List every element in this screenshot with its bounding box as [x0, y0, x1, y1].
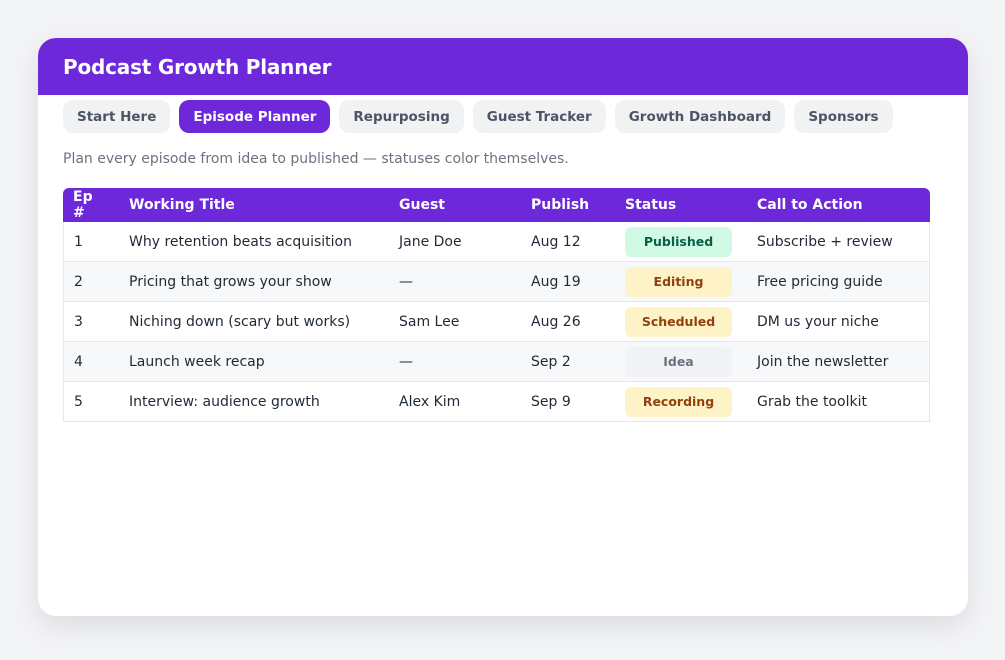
cell-publish[interactable]: Aug 12	[521, 222, 615, 262]
cell-ep: 3	[63, 302, 119, 342]
cell-cta[interactable]: DM us your niche	[747, 302, 930, 342]
header-status: Status	[615, 188, 747, 222]
cell-title[interactable]: Pricing that grows your show	[119, 262, 389, 302]
status-badge[interactable]: Published	[625, 226, 732, 257]
table-row[interactable]: 2 Pricing that grows your show — Aug 19 …	[63, 262, 930, 302]
tab-growth-dashboard[interactable]: Growth Dashboard	[614, 100, 786, 133]
header-call-to-action: Call to Action	[747, 188, 930, 222]
cell-title[interactable]: Launch week recap	[119, 342, 389, 382]
cell-title[interactable]: Niching down (scary but works)	[119, 302, 389, 342]
cell-guest[interactable]: Jane Doe	[389, 222, 521, 262]
cell-ep: 5	[63, 382, 119, 422]
status-badge[interactable]: Editing	[625, 266, 732, 297]
cell-cta[interactable]: Free pricing guide	[747, 262, 930, 302]
episode-table: Ep # Working Title Guest Publish Status …	[63, 188, 930, 422]
cell-title[interactable]: Why retention beats acquisition	[119, 222, 389, 262]
cell-title[interactable]: Interview: audience growth	[119, 382, 389, 422]
cell-status: Editing	[615, 262, 747, 302]
cell-ep: 1	[63, 222, 119, 262]
table-row[interactable]: 5 Interview: audience growth Alex Kim Se…	[63, 382, 930, 422]
table-container: Ep # Working Title Guest Publish Status …	[38, 188, 968, 422]
tab-start-here[interactable]: Start Here	[63, 100, 171, 133]
table-row[interactable]: 1 Why retention beats acquisition Jane D…	[63, 222, 930, 262]
page-subtitle: Plan every episode from idea to publishe…	[63, 151, 569, 167]
cell-guest[interactable]: Sam Lee	[389, 302, 521, 342]
status-badge[interactable]: Recording	[625, 386, 732, 417]
cell-status: Published	[615, 222, 747, 262]
tab-guest-tracker[interactable]: Guest Tracker	[472, 100, 606, 133]
cell-status: Scheduled	[615, 302, 747, 342]
cell-status: Recording	[615, 382, 747, 422]
header-guest: Guest	[389, 188, 521, 222]
cell-guest[interactable]: —	[389, 262, 521, 302]
planner-card: Podcast Growth Planner Start Here Episod…	[38, 38, 968, 616]
cell-status: Idea	[615, 342, 747, 382]
cell-publish[interactable]: Sep 9	[521, 382, 615, 422]
header-ep: Ep #	[63, 188, 119, 222]
cell-cta[interactable]: Join the newsletter	[747, 342, 930, 382]
cell-publish[interactable]: Sep 2	[521, 342, 615, 382]
tab-episode-planner[interactable]: Episode Planner	[179, 100, 331, 133]
cell-guest[interactable]: Alex Kim	[389, 382, 521, 422]
cell-publish[interactable]: Aug 26	[521, 302, 615, 342]
tab-bar: Start Here Episode Planner Repurposing G…	[38, 95, 968, 138]
app-title: Podcast Growth Planner	[63, 54, 332, 79]
app-header: Podcast Growth Planner	[38, 38, 968, 95]
cell-cta[interactable]: Subscribe + review	[747, 222, 930, 262]
table-row[interactable]: 4 Launch week recap — Sep 2 Idea Join th…	[63, 342, 930, 382]
tab-repurposing[interactable]: Repurposing	[339, 100, 464, 133]
cell-ep: 2	[63, 262, 119, 302]
header-working-title: Working Title	[119, 188, 389, 222]
table-row[interactable]: 3 Niching down (scary but works) Sam Lee…	[63, 302, 930, 342]
table-header-row: Ep # Working Title Guest Publish Status …	[63, 188, 930, 222]
header-publish: Publish	[521, 188, 615, 222]
status-badge[interactable]: Scheduled	[625, 306, 732, 337]
cell-ep: 4	[63, 342, 119, 382]
tab-sponsors[interactable]: Sponsors	[794, 100, 893, 133]
cell-cta[interactable]: Grab the toolkit	[747, 382, 930, 422]
status-badge[interactable]: Idea	[625, 346, 732, 377]
cell-publish[interactable]: Aug 19	[521, 262, 615, 302]
cell-guest[interactable]: —	[389, 342, 521, 382]
